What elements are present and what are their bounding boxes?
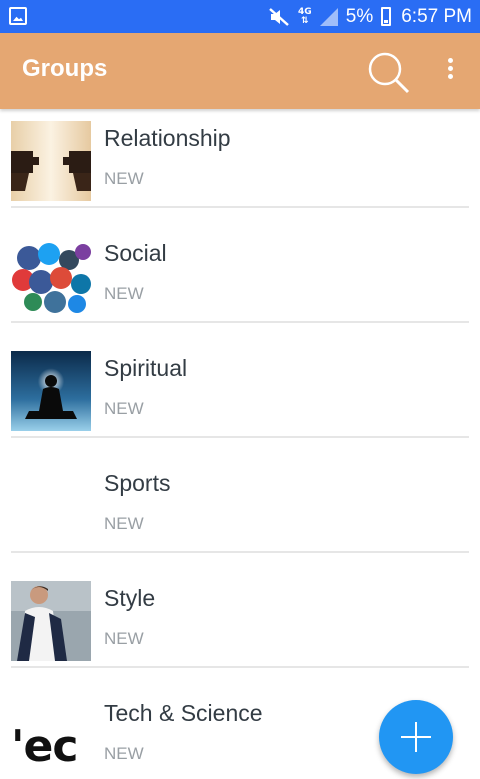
group-name: Social (104, 240, 167, 266)
status-bar: 4G ⇅ 5% 6:57 PM (0, 0, 480, 33)
style-thumbnail (11, 581, 91, 661)
group-status: NEW (104, 744, 144, 763)
page-title: Groups (22, 55, 108, 82)
add-group-button[interactable] (379, 700, 453, 774)
group-status: NEW (104, 399, 144, 418)
sports-thumbnail (11, 466, 91, 546)
overflow-menu-button[interactable] (440, 55, 460, 85)
group-name: Tech & Science (104, 700, 263, 726)
group-name: Relationship (104, 125, 231, 151)
tech-science-thumbnail: 'ec (11, 696, 91, 776)
group-status: NEW (104, 629, 144, 648)
thumbnail-text: 'ec (11, 721, 78, 772)
divider (11, 321, 469, 323)
group-list: Relationship NEW Social NEW Spiritual NE… (0, 109, 480, 779)
app-bar: Groups (0, 33, 480, 109)
gallery-notification-icon (9, 7, 27, 25)
group-status: NEW (104, 169, 144, 188)
clock: 6:57 PM (401, 5, 472, 27)
group-status: NEW (104, 514, 144, 533)
group-item-social[interactable]: Social NEW (0, 224, 480, 339)
group-name: Spiritual (104, 355, 188, 381)
battery-percent: 5% (345, 5, 374, 27)
signal-icon (319, 7, 338, 26)
battery-icon (381, 7, 392, 26)
search-button[interactable] (366, 50, 410, 94)
divider (11, 666, 469, 668)
search-icon (368, 52, 410, 94)
network-type-icon: 4G ⇅ (297, 6, 312, 26)
group-name: Sports (104, 470, 171, 496)
group-item-relationship[interactable]: Relationship NEW (0, 109, 480, 224)
more-vert-icon (447, 58, 453, 63)
group-item-spiritual[interactable]: Spiritual NEW (0, 339, 480, 454)
mute-icon (268, 7, 290, 27)
divider (11, 551, 469, 553)
relationship-thumbnail (11, 121, 91, 201)
divider (11, 206, 469, 208)
social-thumbnail (11, 236, 91, 316)
divider (11, 436, 469, 438)
group-status: NEW (104, 284, 144, 303)
group-item-style[interactable]: Style NEW (0, 569, 480, 684)
group-name: Style (104, 585, 156, 611)
spiritual-thumbnail (11, 351, 91, 431)
group-item-sports[interactable]: Sports NEW (0, 454, 480, 569)
